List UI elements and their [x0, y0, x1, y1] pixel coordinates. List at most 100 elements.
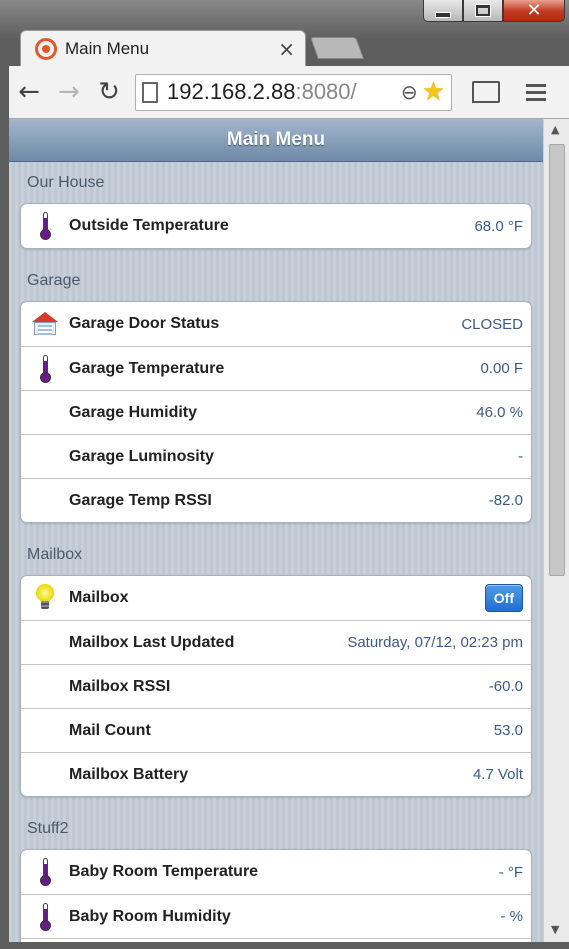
- row-icon-slot: [29, 716, 61, 746]
- item-label: Outside Temperature: [69, 217, 229, 234]
- reload-button[interactable]: ↻: [89, 72, 129, 112]
- item-value: - °F: [498, 863, 523, 881]
- list-item[interactable]: Garage Temperature 0.00 F: [21, 346, 531, 390]
- window-bottom-border: [0, 942, 569, 949]
- row-icon-slot: [29, 760, 61, 790]
- tab-close-icon[interactable]: ×: [278, 37, 295, 61]
- list-item[interactable]: Mail Count 53.0: [21, 708, 531, 752]
- close-icon: ✕: [526, 0, 542, 21]
- item-label: Garage Luminosity: [69, 447, 214, 465]
- forward-arrow-icon: →: [58, 77, 80, 107]
- list-group: Outside Temperature 68.0 °F: [20, 203, 532, 249]
- row-icon-slot: [29, 628, 61, 658]
- row-icon-slot: [29, 486, 61, 516]
- scroll-down-icon[interactable]: ▼: [551, 923, 559, 936]
- list-item[interactable]: Baby Room Humidity - %: [21, 894, 531, 938]
- back-button[interactable]: ←: [9, 72, 49, 112]
- page-title: Main Menu: [226, 129, 326, 150]
- item-label: Garage Humidity: [69, 403, 198, 421]
- url-path: :8080/: [295, 79, 357, 104]
- favicon-icon: [35, 37, 57, 60]
- thermometer-icon: [40, 212, 51, 240]
- page-header: Main Menu: [9, 119, 543, 162]
- new-tab-button[interactable]: [309, 37, 365, 59]
- list-item[interactable]: Mailbox Battery 4.7 Volt: [21, 752, 531, 796]
- list-group: Garage Door Status CLOSED Garage Temperatu…: [20, 301, 532, 523]
- row-icon-slot: [29, 211, 61, 241]
- item-label: Mailbox Battery: [69, 765, 189, 783]
- item-value: CLOSED: [461, 315, 523, 333]
- item-value: 0.00 F: [480, 360, 523, 377]
- browser-tab[interactable]: Main Menu ×: [20, 30, 306, 66]
- item-label: Mailbox Last Updated: [69, 633, 235, 651]
- row-icon-slot: [29, 583, 61, 613]
- section-label: Garage: [27, 272, 81, 289]
- maximize-icon: [476, 5, 490, 16]
- row-icon-slot: [29, 902, 61, 932]
- thermometer-icon: [40, 354, 51, 383]
- mailbox-toggle-button[interactable]: Off: [484, 584, 523, 612]
- item-label: Mailbox: [69, 589, 129, 606]
- browser-window: ✕ Main Menu × ← → ↻ 192.168.2.88 :8080/ …: [0, 0, 569, 949]
- minimize-button[interactable]: [423, 0, 463, 22]
- maximize-button[interactable]: [463, 0, 503, 22]
- thermometer-icon: [40, 858, 51, 886]
- item-label: Baby Room Humidity: [69, 907, 231, 925]
- item-value: Saturday, 07/12, 02:23 pm: [347, 634, 523, 651]
- scroll-up-icon[interactable]: ▲: [551, 123, 559, 136]
- list-item[interactable]: Baby Room Temperature - °F: [21, 850, 531, 894]
- item-label: Mail Count: [69, 721, 151, 739]
- row-icon-slot: [29, 398, 61, 428]
- list-item[interactable]: Garage Door Status CLOSED: [21, 302, 531, 346]
- item-value: - %: [500, 908, 524, 925]
- section-label: Mailbox: [27, 546, 83, 563]
- item-value: -60.0: [488, 678, 523, 695]
- page-icon: [142, 81, 158, 103]
- list-item[interactable]: Garage Luminosity -: [21, 434, 531, 478]
- browser-toolbar: ← → ↻ 192.168.2.88 :8080/ ⊖ ★: [9, 66, 569, 119]
- page-viewport: Main Menu Our House Outside Temperature 68…: [9, 119, 569, 942]
- scroll-thumb[interactable]: [549, 144, 565, 576]
- item-label: Mailbox RSSI: [69, 677, 171, 695]
- reload-icon: ↻: [98, 77, 120, 107]
- list-item[interactable]: Garage Humidity 46.0 %: [21, 390, 531, 434]
- bookmark-star-icon[interactable]: ★: [422, 77, 445, 107]
- cast-icon[interactable]: [472, 81, 500, 103]
- section-label: Our House: [27, 173, 105, 191]
- close-window-button[interactable]: ✕: [503, 0, 565, 22]
- thermometer-icon: [40, 902, 51, 931]
- list-group: Mailbox Off Mailbox Last Updated Saturday, …: [20, 575, 532, 797]
- item-value: -82.0: [488, 492, 523, 509]
- minimize-icon: [436, 12, 450, 17]
- section-label: Stuff2: [27, 820, 69, 837]
- item-label: Garage Temp RSSI: [69, 491, 212, 509]
- item-value: 68.0 °F: [474, 217, 523, 235]
- item-value: 53.0: [493, 722, 523, 739]
- forward-button[interactable]: →: [49, 72, 89, 112]
- list-item[interactable]: Outside Temperature 68.0 °F: [21, 204, 531, 248]
- garage-icon: [31, 312, 59, 336]
- item-label: Baby Room Temperature: [69, 863, 259, 880]
- list-group: Baby Room Temperature - °F Baby Room Humid…: [20, 849, 532, 942]
- lightbulb-icon: [36, 584, 54, 612]
- address-bar[interactable]: 192.168.2.88 :8080/ ⊖ ★: [135, 73, 452, 111]
- url-host: 192.168.2.88: [167, 79, 296, 104]
- vertical-scrollbar[interactable]: ▲ ▼: [543, 119, 569, 942]
- list-item[interactable]: Mailbox Off: [21, 576, 531, 620]
- window-controls: ✕: [423, 0, 565, 26]
- row-icon-slot: [29, 442, 61, 472]
- list-item[interactable]: Mailbox Last Updated Saturday, 07/12, 02:…: [21, 620, 531, 664]
- browser-menu-icon[interactable]: [526, 83, 546, 101]
- row-icon-slot: [29, 672, 61, 702]
- item-value: -: [518, 448, 523, 465]
- list-item[interactable]: Mailbox RSSI -60.0: [21, 664, 531, 708]
- item-value: 4.7 Volt: [472, 766, 523, 783]
- item-label: Garage Temperature: [69, 359, 225, 377]
- list-item[interactable]: Garage Temp RSSI -82.0: [21, 478, 531, 522]
- zoom-icon[interactable]: ⊖: [401, 80, 418, 104]
- row-icon-slot: [29, 857, 61, 887]
- menu-content: Our House Outside Temperature 68.0 °F Garag…: [9, 162, 543, 942]
- back-arrow-icon: ←: [18, 77, 40, 107]
- tab-title: Main Menu: [65, 38, 150, 58]
- item-label: Garage Door Status: [69, 315, 220, 332]
